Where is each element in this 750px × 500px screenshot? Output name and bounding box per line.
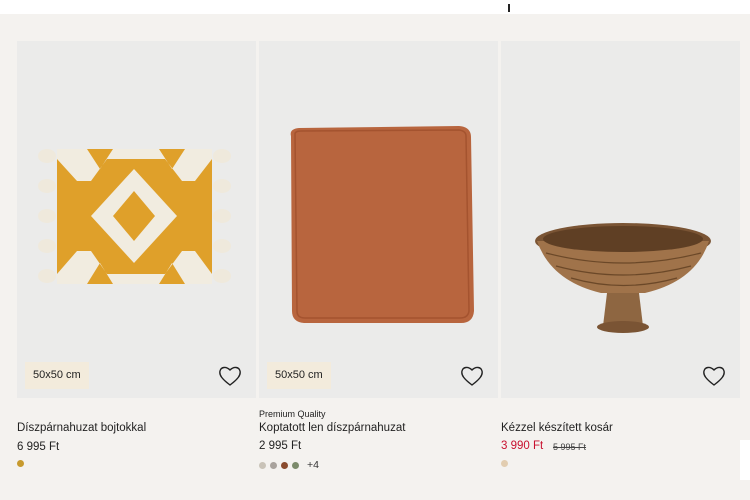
heart-outline-icon[interactable] xyxy=(218,365,242,387)
scroll-edge xyxy=(740,440,750,480)
color-swatch[interactable] xyxy=(281,461,288,469)
product-info: Premium Quality Koptatott len díszpárnah… xyxy=(259,398,498,488)
product-image[interactable]: 50x50 cm xyxy=(17,41,256,398)
color-swatches xyxy=(17,460,24,467)
color-swatch[interactable] xyxy=(501,460,508,467)
size-badge: 50x50 cm xyxy=(25,362,89,389)
product-name[interactable]: Koptatott len díszpárnahuzat xyxy=(259,422,405,434)
product-image[interactable] xyxy=(501,41,740,398)
premium-label: Premium Quality xyxy=(259,409,326,419)
product-name[interactable]: Kézzel készített kosár xyxy=(501,422,613,434)
top-bar-mark xyxy=(508,4,510,12)
product-image[interactable]: 50x50 cm xyxy=(259,41,498,398)
color-swatches xyxy=(501,460,508,467)
rust-linen-cushion-image xyxy=(259,41,498,398)
color-swatch[interactable] xyxy=(17,460,24,467)
mustard-tassel-cushion-image xyxy=(17,41,256,398)
top-bar xyxy=(0,0,750,14)
size-badge: 50x50 cm xyxy=(267,362,331,389)
product-card[interactable]: 50x50 cm Díszpárnahuzat bojtokkal 6 995 … xyxy=(17,41,256,488)
color-swatches: +4 xyxy=(259,459,319,471)
color-swatch[interactable] xyxy=(270,461,277,469)
product-info: Díszpárnahuzat bojtokkal 6 995 Ft xyxy=(17,398,256,488)
product-price: 2 995 Ft xyxy=(259,440,302,452)
heart-outline-icon[interactable] xyxy=(702,365,726,387)
woven-footed-basket-image xyxy=(501,41,740,398)
product-card[interactable]: Kézzel készített kosár 3 990 Ft 5 995 Ft xyxy=(501,41,740,488)
color-swatch[interactable] xyxy=(292,461,299,469)
original-price: 5 995 Ft xyxy=(553,442,587,452)
more-colors-count[interactable]: +4 xyxy=(307,459,319,471)
product-name[interactable]: Díszpárnahuzat bojtokkal xyxy=(17,422,146,434)
heart-outline-icon[interactable] xyxy=(460,365,484,387)
sale-price: 3 990 Ft xyxy=(501,440,544,452)
color-swatch[interactable] xyxy=(259,461,266,469)
product-info: Kézzel készített kosár 3 990 Ft 5 995 Ft xyxy=(501,398,740,488)
product-price: 6 995 Ft xyxy=(17,441,60,453)
product-card[interactable]: 50x50 cm Premium Quality Koptatott len d… xyxy=(259,41,498,488)
